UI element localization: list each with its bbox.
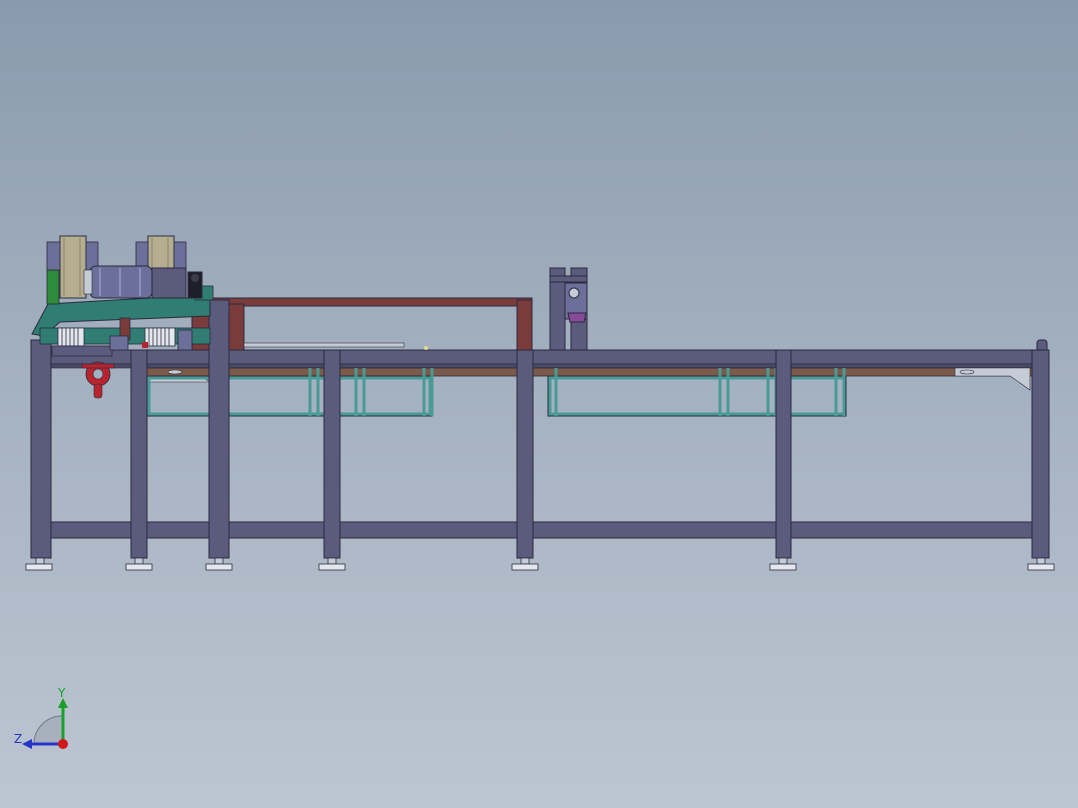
leg-5 xyxy=(516,349,534,559)
z-axis-label: Z xyxy=(14,732,22,746)
leg-2 xyxy=(130,349,148,559)
leg-4 xyxy=(323,349,341,559)
x-axis-dot xyxy=(58,739,68,749)
rail-marker xyxy=(424,346,428,350)
leveling-feet xyxy=(25,557,1055,571)
y-axis-label: Y xyxy=(57,686,66,700)
cad-viewport[interactable]: Y Z xyxy=(0,0,1078,808)
lower-beam xyxy=(35,521,1047,539)
orientation-triad: Y Z xyxy=(14,686,68,749)
red-hook xyxy=(81,361,115,399)
leg-1 xyxy=(30,339,52,559)
guide-rail xyxy=(243,342,405,348)
leg-6 xyxy=(775,349,792,559)
leg-7 xyxy=(1031,349,1050,559)
conveyor-assembly-model[interactable] xyxy=(0,0,1078,808)
leg-3 xyxy=(208,299,230,559)
z-axis-arrow xyxy=(22,739,32,749)
